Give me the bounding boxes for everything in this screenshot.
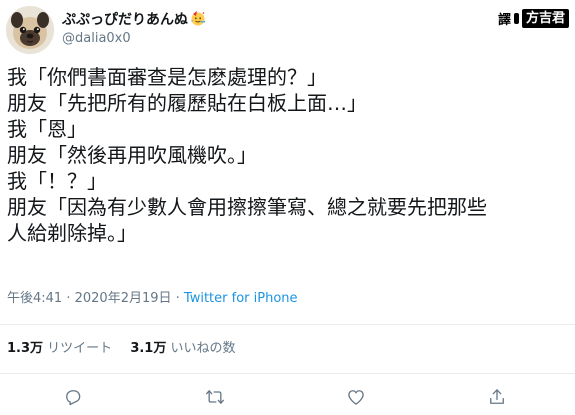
retweets-label: リツイート xyxy=(47,341,113,356)
party-face-icon xyxy=(190,10,206,26)
translator-separator xyxy=(513,12,519,24)
like-button[interactable] xyxy=(345,386,367,408)
translator-name: 方吉君 xyxy=(521,8,569,28)
tweet-source-link[interactable]: Twitter for iPhone xyxy=(184,291,298,306)
reply-icon xyxy=(66,390,81,406)
reply-button[interactable] xyxy=(62,386,84,408)
retweets-count: 1.3万 xyxy=(7,341,44,356)
retweet-icon xyxy=(206,390,224,404)
divider xyxy=(0,373,575,374)
like-icon xyxy=(348,390,364,405)
user-handle[interactable]: @dalia0x0 xyxy=(62,30,131,47)
meta-separator: · xyxy=(62,291,75,306)
avatar[interactable] xyxy=(6,6,54,54)
retweet-button[interactable] xyxy=(204,386,226,408)
share-button[interactable] xyxy=(486,386,508,408)
divider xyxy=(0,324,575,325)
retweets-stat[interactable]: 1.3万 リツイート xyxy=(7,341,112,356)
likes-count: 3.1万 xyxy=(130,341,167,356)
share-icon xyxy=(490,389,504,404)
tweet-time[interactable]: 午後4:41 xyxy=(7,291,62,306)
tweet-line: 我「恩」 xyxy=(7,117,87,141)
display-name[interactable]: ぷぷっぴだりあんぬ xyxy=(62,10,206,29)
tweet-stats: 1.3万 リツイート 3.1万 いいねの数 xyxy=(7,340,250,358)
meta-separator: · xyxy=(171,291,184,306)
display-name-text: ぷぷっぴだりあんぬ xyxy=(62,12,188,28)
tweet-actions xyxy=(0,384,575,412)
translator-credit: 譯 方吉君 xyxy=(498,8,569,28)
tweet-meta: 午後4:41 · 2020年2月19日 · Twitter for iPhone xyxy=(7,290,298,308)
pug-avatar-image xyxy=(6,6,54,54)
tweet-line: 我「！？」 xyxy=(7,169,107,193)
likes-stat[interactable]: 3.1万 いいねの数 xyxy=(130,341,235,356)
tweet-header: ぷぷっぴだりあんぬ @dalia0x0 譯 方吉君 xyxy=(0,0,575,60)
tweet-line: 人給剃除掉。」 xyxy=(7,221,137,245)
tweet-line: 朋友「因為有少數人會用擦擦筆寫、總之就要先把那些 xyxy=(7,195,487,219)
translator-label: 譯 xyxy=(497,12,511,28)
tweet-line: 朋友「然後再用吹風機吹。」 xyxy=(7,143,257,167)
tweet-text: 我「你們書面審查是怎麽處理的？」 朋友「先把所有的履歷貼在白板上面…」 我「恩」… xyxy=(7,64,567,246)
tweet-date[interactable]: 2020年2月19日 xyxy=(75,291,172,306)
likes-label: いいねの数 xyxy=(170,341,236,356)
tweet-line: 我「你們書面審查是怎麽處理的？」 xyxy=(7,65,327,89)
tweet-line: 朋友「先把所有的履歷貼在白板上面…」 xyxy=(7,91,367,115)
